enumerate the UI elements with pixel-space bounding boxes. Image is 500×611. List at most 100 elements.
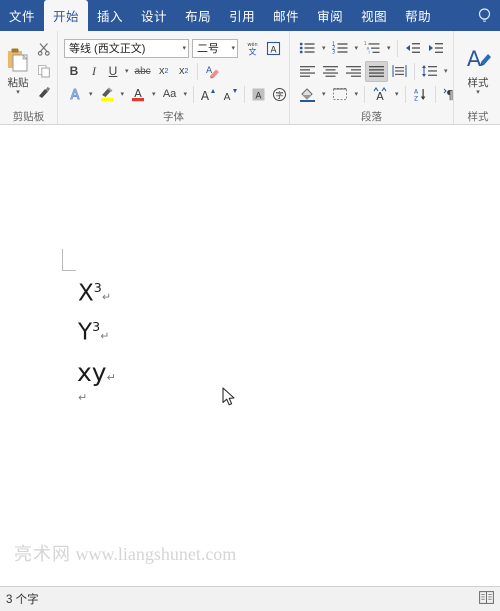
highlight-color-caret[interactable]: ▾: [118, 90, 128, 98]
paragraph-separator-5: [434, 85, 436, 103]
svg-text:A: A: [413, 88, 418, 95]
format-painter-button[interactable]: [33, 83, 54, 104]
align-center-button[interactable]: [319, 61, 342, 82]
tab-design[interactable]: 设计: [132, 0, 176, 31]
character-border-button[interactable]: A: [263, 38, 284, 59]
highlight-color-button[interactable]: [96, 84, 118, 105]
justify-button[interactable]: [365, 60, 388, 82]
svg-text:字: 字: [276, 90, 284, 100]
paste-dropdown-caret[interactable]: ▾: [16, 89, 20, 96]
tell-me-button[interactable]: [473, 0, 500, 31]
paint-bucket-icon: [300, 87, 315, 102]
distribute-button[interactable]: [388, 61, 411, 82]
increase-indent-button[interactable]: [424, 38, 447, 59]
justify-icon: [369, 66, 384, 77]
line-spacing-caret[interactable]: ▾: [441, 67, 451, 75]
cut-button[interactable]: [33, 39, 54, 60]
paste-button[interactable]: 粘贴 ▾: [3, 34, 33, 108]
eraser-icon: A: [206, 66, 219, 78]
align-right-button[interactable]: [342, 61, 365, 82]
multilevel-list-caret[interactable]: ▾: [384, 44, 394, 52]
line-1-paragraph-mark: ↵: [101, 290, 112, 304]
strikethrough-button[interactable]: abc: [132, 61, 154, 82]
bold-button[interactable]: B: [64, 61, 84, 82]
subscript-button[interactable]: x2: [154, 61, 174, 82]
tab-mailings[interactable]: 邮件: [264, 0, 308, 31]
paste-icon: [7, 48, 28, 71]
underline-dropdown-caret[interactable]: ▾: [122, 67, 132, 75]
borders-caret[interactable]: ▾: [352, 90, 362, 98]
svg-text:A: A: [71, 88, 80, 102]
bullets-caret[interactable]: ▾: [319, 44, 329, 52]
reading-view-button[interactable]: [479, 591, 494, 607]
font-name-combobox[interactable]: 等线 (西文正文) ▾: [64, 38, 189, 58]
paragraph-separator-3: [364, 85, 366, 103]
shrink-font-button[interactable]: A: [219, 84, 241, 105]
document-page[interactable]: X3↵ Y3↵ xy↵ ↵ 亮术网 www.liangshunet.com: [0, 125, 500, 586]
document-line-1: X3↵: [78, 280, 111, 307]
svg-text:A: A: [201, 89, 210, 102]
line-1-text: X: [78, 280, 94, 307]
page-margin-corner: [62, 249, 76, 271]
tab-file[interactable]: 文件: [0, 0, 44, 31]
font-color-button[interactable]: A: [127, 84, 149, 105]
numbering-button[interactable]: 1 2 3: [329, 38, 352, 59]
tab-help[interactable]: 帮助: [396, 0, 440, 31]
line-2-text: Y: [78, 319, 93, 346]
distribute-icon: [392, 65, 407, 77]
tab-home[interactable]: 开始: [44, 0, 89, 31]
sort-button[interactable]: A Z: [409, 84, 432, 105]
font-name-caret[interactable]: ▾: [178, 44, 186, 52]
enclose-characters-button[interactable]: 字: [269, 84, 290, 105]
svg-text:A: A: [224, 92, 231, 102]
bullet-list-icon: [299, 42, 315, 54]
character-shading-button[interactable]: A: [248, 84, 269, 105]
shading-button[interactable]: [296, 84, 319, 105]
copy-button[interactable]: [33, 61, 54, 82]
italic-button[interactable]: I: [84, 61, 104, 82]
align-right-icon: [346, 66, 361, 77]
change-case-button[interactable]: Aa: [159, 84, 181, 105]
numbering-caret[interactable]: ▾: [352, 44, 362, 52]
styles-group-label: 样式: [467, 110, 489, 123]
svg-text:A: A: [255, 91, 262, 101]
document-area[interactable]: X3↵ Y3↵ xy↵ ↵ 亮术网 www.liangshunet.com: [0, 125, 500, 586]
change-case-caret[interactable]: ▾: [181, 90, 191, 98]
underline-button[interactable]: U: [104, 61, 122, 82]
superscript-button[interactable]: x2: [174, 61, 194, 82]
watermark-site-name: 亮术网: [14, 544, 71, 564]
line-spacing-button[interactable]: [418, 61, 441, 82]
font-size-caret[interactable]: ▾: [227, 44, 235, 52]
svg-text:i: i: [369, 50, 370, 55]
bullets-button[interactable]: [296, 38, 319, 59]
asian-layout-button[interactable]: A: [368, 84, 392, 105]
text-effects-button[interactable]: A: [64, 84, 86, 105]
styles-dropdown-caret[interactable]: ▾: [476, 89, 480, 96]
clear-formatting-button[interactable]: A: [201, 61, 223, 82]
ribbon-tab-bar: 文件 开始 插入 设计 布局 引用 邮件 审阅 视图 帮助: [0, 0, 500, 31]
word-count-label[interactable]: 3 个字: [6, 591, 39, 607]
phonetic-guide-button[interactable]: wén 文: [242, 38, 263, 59]
copy-icon: [37, 65, 50, 78]
align-left-button[interactable]: [296, 61, 319, 82]
multilevel-list-button[interactable]: 1 a i: [361, 38, 384, 59]
tab-layout[interactable]: 布局: [176, 0, 220, 31]
font-separator-2: [193, 85, 195, 103]
grow-font-button[interactable]: A: [197, 84, 219, 105]
borders-button[interactable]: [329, 84, 352, 105]
shading-caret[interactable]: ▾: [319, 90, 329, 98]
decrease-indent-icon: [405, 43, 420, 53]
paragraph-separator-1: [396, 39, 398, 57]
styles-button[interactable]: A 样式 ▾: [457, 34, 499, 108]
document-line-4: ↵: [78, 390, 87, 404]
font-size-combobox[interactable]: 二号 ▾: [192, 38, 238, 58]
tab-view[interactable]: 视图: [352, 0, 396, 31]
tab-review[interactable]: 审阅: [308, 0, 352, 31]
text-effects-caret[interactable]: ▾: [86, 90, 96, 98]
font-color-caret[interactable]: ▾: [149, 90, 159, 98]
paragraph-separator-2: [414, 62, 415, 80]
tab-references[interactable]: 引用: [220, 0, 264, 31]
tab-insert[interactable]: 插入: [88, 0, 132, 31]
asian-layout-caret[interactable]: ▾: [392, 90, 402, 98]
decrease-indent-button[interactable]: [401, 38, 424, 59]
